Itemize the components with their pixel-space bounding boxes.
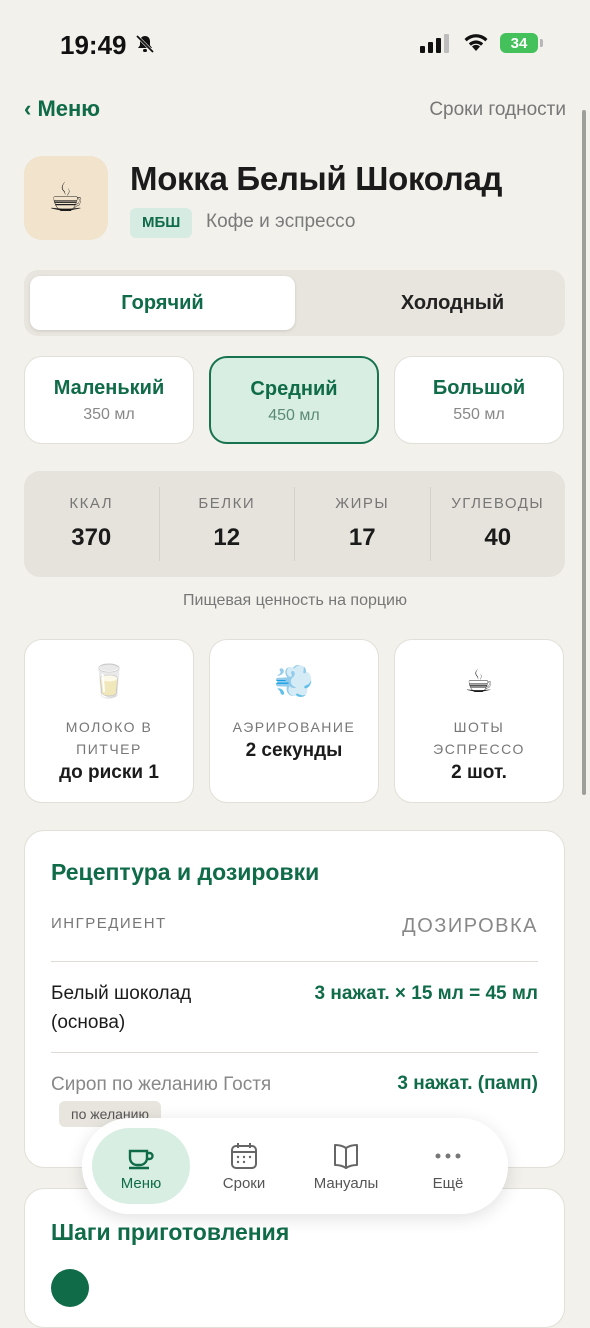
size-volume: 550 мл [453,406,505,423]
bell-slash-icon [135,34,155,54]
steps-title: Шаги приготовления [51,1219,290,1245]
size-small-card[interactable]: Маленький 350 мл [24,356,194,444]
size-name: Большой [432,377,526,399]
ingredient-line: Белый шоколад [51,983,192,1004]
nutrition-protein: БЕЛКИ 12 [160,487,295,561]
tab-manuals[interactable]: Мануалы [297,1128,395,1204]
cold-option[interactable]: Холодный [320,276,585,330]
recipe-title: Рецептура и дозировки [51,859,320,885]
tab-label: Ещё [432,1175,464,1192]
nutrition-value: 17 [348,524,376,551]
calendar-icon [231,1143,257,1169]
prep-label: ШОТЫ ЭСПРЕССО [395,716,563,760]
size-volume: 450 мл [268,407,320,424]
nutrition-label: ККАЛ [69,495,114,512]
dose-header: ДОЗИРОВКА [402,915,538,937]
coffee-cup-icon: ☕ [464,663,494,699]
nutrition-label: ЖИРЫ [335,495,390,512]
prep-label-line: ЭСПРЕССО [433,741,525,757]
tab-menu[interactable]: Меню [92,1128,190,1204]
nutrition-value: 40 [484,524,512,551]
prep-label-line: ПИТЧЕР [76,741,142,757]
status-time: 19:49 [60,30,127,60]
nutrition-value: 370 [71,524,112,551]
wifi-icon [464,34,488,51]
back-button[interactable]: ‹ Меню [24,96,100,122]
prep-value: 2 секунды [245,740,343,761]
size-name: Средний [250,378,338,400]
size-medium-card[interactable]: Средний 450 мл [209,356,379,444]
tab-bar: Меню Сроки Мануалы Ещё [82,1118,508,1214]
nutrition-note: Пищевая ценность на порцию [183,592,407,609]
prep-value: до риски 1 [59,762,159,783]
book-icon [334,1144,358,1169]
steam-icon: 💨 [274,663,314,699]
divider [51,1052,538,1053]
size-name: Маленький [53,377,165,399]
more-dots-icon [435,1153,461,1159]
divider [51,961,538,962]
prep-label: АЭРИРОВАНИЕ [210,716,378,738]
status-bar: 19:49 34 [0,0,590,90]
signal-icon [420,34,449,53]
nutrition-kcal: ККАЛ 370 [24,487,160,561]
prep-card-espresso: ☕ ШОТЫ ЭСПРЕССО 2 шот. [394,639,564,803]
tab-label: Меню [120,1175,162,1192]
product-category: Кофе и эспрессо [206,211,356,232]
nutrition-fat: ЖИРЫ 17 [295,487,431,561]
product-coffee-icon: ☕ [24,156,108,240]
tab-dates[interactable]: Сроки [195,1128,293,1204]
tab-label: Мануалы [313,1175,379,1192]
hot-option[interactable]: Горячий [30,276,295,330]
size-volume: 350 мл [83,406,135,423]
prep-value: 2 шот. [451,762,507,783]
ingredient-name: Белый шоколад (основа) [51,979,191,1037]
ingredient-dose: 3 нажат. × 15 мл = 45 мл [314,983,538,1004]
battery-icon: 34 [500,33,543,53]
product-code-badge: МБШ [130,208,193,238]
temperature-toggle: Горячий Холодный [24,270,565,336]
battery-level: 34 [510,34,528,52]
coffee-cup-icon [128,1149,154,1170]
prep-label-line: МОЛОКО В [65,719,153,735]
shelf-life-link[interactable]: Сроки годности [429,99,566,121]
size-large-card[interactable]: Большой 550 мл [394,356,564,444]
scrollbar[interactable] [582,110,586,795]
nutrition-panel: ККАЛ 370 БЕЛКИ 12 ЖИРЫ 17 УГЛЕВОДЫ 40 [24,471,565,577]
tab-more[interactable]: Ещё [399,1128,497,1204]
product-title: Мокка Белый Шоколад [130,160,503,197]
tab-label: Сроки [222,1175,266,1192]
prep-label: МОЛОКО В ПИТЧЕР [25,716,193,760]
nutrition-label: УГЛЕВОДЫ [451,495,545,512]
prep-label-line: ШОТЫ [453,719,505,735]
prep-card-milk: 🥛 МОЛОКО В ПИТЧЕР до риски 1 [24,639,194,803]
nutrition-carbs: УГЛЕВОДЫ 40 [431,487,566,561]
ingredient-name: Сироп по желанию Гостя [51,1074,272,1095]
ingredient-dose: 3 нажат. (памп) [397,1073,538,1094]
ingredient-header: ИНГРЕДИЕНТ [51,915,167,932]
prep-card-aeration: 💨 АЭРИРОВАНИЕ 2 секунды [209,639,379,803]
ingredient-line: (основа) [51,1012,126,1033]
step-number-circle [51,1269,89,1307]
nutrition-label: БЕЛКИ [198,495,256,512]
nutrition-value: 12 [213,524,241,551]
prep-label-line: АЭРИРОВАНИЕ [232,719,356,735]
milk-glass-icon: 🥛 [89,663,129,699]
